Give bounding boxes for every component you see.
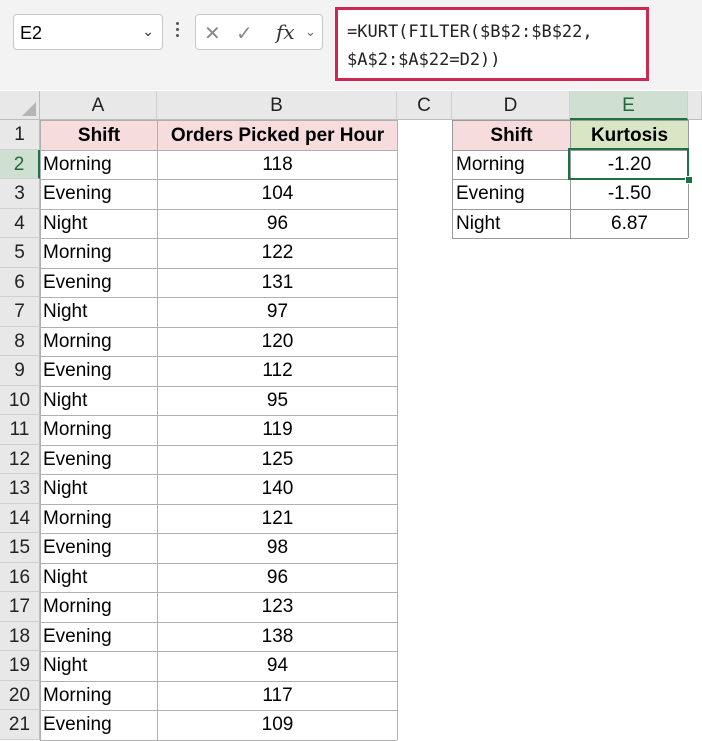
row-header-3[interactable]: 3	[0, 179, 40, 209]
table-header-orders: Orders Picked per Hour	[158, 121, 397, 150]
table-cell-orders[interactable]: 125	[158, 445, 397, 475]
row-header-5[interactable]: 5	[0, 238, 40, 268]
formula-buttons: ✕ ✓ fx ⌄	[195, 14, 323, 50]
table-cell-shift[interactable]: Evening	[43, 179, 156, 209]
table-cell-orders[interactable]: 138	[158, 622, 397, 652]
formula-bar-area: E2 ⌄ ✕ ✓ fx ⌄ =KURT(FILTER($B$2:$B$22, $…	[0, 0, 702, 90]
table-header-shift: Shift	[41, 121, 157, 150]
table-cell-shift[interactable]: Morning	[43, 238, 156, 268]
table-cell-shift[interactable]: Night	[43, 651, 156, 681]
column-header-filler	[688, 91, 702, 120]
row-header-15[interactable]: 15	[0, 533, 40, 563]
column-header-c[interactable]: C	[397, 91, 452, 120]
summary-header-shift: Shift	[453, 121, 570, 150]
table-cell-shift[interactable]: Night	[43, 563, 156, 593]
row-header-6[interactable]: 6	[0, 267, 40, 297]
table-cell-orders[interactable]: 96	[158, 209, 397, 239]
summary-cell-shift[interactable]: Night	[456, 209, 568, 239]
table-cell-orders[interactable]: 112	[158, 356, 397, 386]
more-options-icon[interactable]	[176, 22, 180, 40]
row-header-12[interactable]: 12	[0, 444, 40, 474]
column-header-a[interactable]: A	[40, 91, 157, 120]
table-cell-orders[interactable]: 98	[158, 533, 397, 563]
gridline	[452, 238, 688, 239]
table-cell-orders[interactable]: 122	[158, 238, 397, 268]
name-box[interactable]: E2 ⌄	[13, 14, 163, 50]
table-cell-shift[interactable]: Morning	[43, 681, 156, 711]
table-cell-shift[interactable]: Morning	[43, 327, 156, 357]
summary-cell-shift[interactable]: Evening	[456, 179, 568, 209]
table-cell-orders[interactable]: 94	[158, 651, 397, 681]
column-header-d[interactable]: D	[452, 91, 570, 120]
cancel-icon[interactable]: ✕	[204, 21, 221, 46]
row-header-4[interactable]: 4	[0, 208, 40, 238]
table-cell-shift[interactable]: Night	[43, 474, 156, 504]
summary-cell-kurtosis[interactable]: 6.87	[571, 209, 688, 239]
row-header-16[interactable]: 16	[0, 562, 40, 592]
select-all-corner[interactable]	[0, 91, 40, 120]
row-header-20[interactable]: 20	[0, 680, 40, 710]
table-cell-shift[interactable]: Night	[43, 386, 156, 416]
table-cell-shift[interactable]: Evening	[43, 533, 156, 563]
formula-text[interactable]: =KURT(FILTER($B$2:$B$22, $A$2:$A$22=D2))	[347, 18, 593, 74]
row-header-1[interactable]: 1	[0, 120, 40, 150]
summary-header-kurtosis: Kurtosis	[571, 121, 688, 150]
table-cell-orders[interactable]: 131	[158, 268, 397, 298]
row-header-2[interactable]: 2	[0, 149, 40, 179]
row-header-17[interactable]: 17	[0, 592, 40, 622]
name-box-value[interactable]: E2	[20, 23, 42, 44]
column-header-b[interactable]: B	[157, 91, 397, 120]
table-cell-orders[interactable]: 119	[158, 415, 397, 445]
insert-function-icon[interactable]: fx	[276, 20, 295, 44]
summary-cell-kurtosis[interactable]: -1.50	[571, 179, 688, 209]
column-header-e[interactable]: E	[570, 91, 688, 120]
table-cell-shift[interactable]: Evening	[43, 622, 156, 652]
table-cell-orders[interactable]: 96	[158, 563, 397, 593]
gridline	[40, 739, 397, 741]
row-header-10[interactable]: 10	[0, 385, 40, 415]
chevron-down-icon[interactable]: ⌄	[142, 23, 154, 40]
table-cell-orders[interactable]: 120	[158, 327, 397, 357]
table-cell-shift[interactable]: Night	[43, 297, 156, 327]
table-cell-orders[interactable]: 121	[158, 504, 397, 534]
table-cell-shift[interactable]: Evening	[43, 445, 156, 475]
formula-input[interactable]: =KURT(FILTER($B$2:$B$22, $A$2:$A$22=D2))	[335, 7, 649, 81]
table-cell-shift[interactable]: Morning	[43, 592, 156, 622]
table-cell-shift[interactable]: Night	[43, 209, 156, 239]
table-cell-shift[interactable]: Morning	[43, 504, 156, 534]
summary-cell-shift[interactable]: Morning	[456, 150, 568, 180]
row-header-7[interactable]: 7	[0, 297, 40, 327]
table-cell-shift[interactable]: Evening	[43, 356, 156, 386]
table-cell-shift[interactable]: Morning	[43, 150, 156, 180]
table-cell-orders[interactable]: 95	[158, 386, 397, 416]
row-header-11[interactable]: 11	[0, 415, 40, 445]
table-cell-orders[interactable]: 123	[158, 592, 397, 622]
enter-icon[interactable]: ✓	[236, 21, 253, 46]
row-header-8[interactable]: 8	[0, 326, 40, 356]
table-cell-orders[interactable]: 117	[158, 681, 397, 711]
table-cell-shift[interactable]: Evening	[43, 268, 156, 298]
table-cell-orders[interactable]: 104	[158, 179, 397, 209]
table-cell-orders[interactable]: 97	[158, 297, 397, 327]
table-cell-orders[interactable]: 118	[158, 150, 397, 180]
chevron-down-icon[interactable]: ⌄	[305, 24, 316, 40]
row-header-9[interactable]: 9	[0, 356, 40, 386]
select-all-triangle-icon[interactable]	[22, 102, 36, 116]
table-cell-orders[interactable]: 140	[158, 474, 397, 504]
gridline	[40, 120, 41, 740]
active-cell-border[interactable]	[568, 148, 689, 180]
row-header-14[interactable]: 14	[0, 503, 40, 533]
row-header-13[interactable]: 13	[0, 474, 40, 504]
gridline	[397, 120, 398, 740]
fill-handle[interactable]	[685, 176, 693, 184]
row-header-18[interactable]: 18	[0, 621, 40, 651]
row-header-19[interactable]: 19	[0, 651, 40, 681]
table-cell-shift[interactable]: Morning	[43, 415, 156, 445]
